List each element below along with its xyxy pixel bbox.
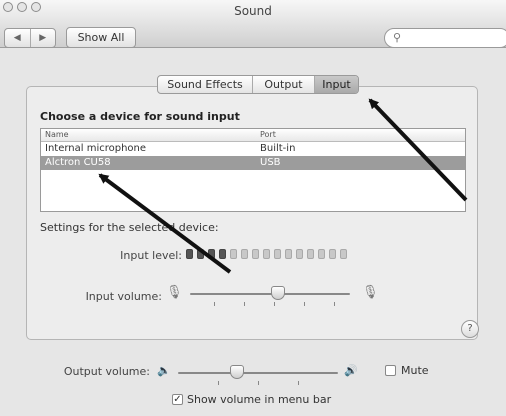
- table-row-selected[interactable]: Alctron CU58 USB: [41, 156, 465, 170]
- input-volume-slider[interactable]: [190, 293, 350, 295]
- device-port: USB: [260, 157, 281, 168]
- level-segment: [285, 249, 292, 259]
- window-titlebar: Sound ◀ ▶ Show All ⚲: [0, 0, 506, 48]
- tab-bar: Sound Effects Output Input: [157, 75, 359, 94]
- input-volume-knob[interactable]: [271, 286, 285, 300]
- show-all-button[interactable]: Show All: [66, 27, 136, 48]
- output-volume-slider[interactable]: [178, 372, 338, 374]
- forward-button[interactable]: ▶: [31, 29, 56, 47]
- level-segment: [340, 249, 347, 259]
- history-nav: ◀ ▶: [4, 28, 56, 48]
- level-segment: [296, 249, 303, 259]
- slider-tick: [274, 302, 275, 306]
- slider-tick: [218, 381, 219, 385]
- mute-checkbox[interactable]: [385, 365, 396, 376]
- search-field[interactable]: ⚲: [384, 28, 506, 48]
- output-volume-knob[interactable]: [230, 365, 245, 379]
- device-name: Internal microphone: [45, 143, 147, 154]
- show-volume-checkbox[interactable]: ✓: [172, 394, 183, 405]
- slider-tick: [304, 302, 305, 306]
- input-level-label: Input level:: [120, 249, 182, 262]
- device-heading: Choose a device for sound input: [40, 110, 240, 123]
- level-segment: [274, 249, 281, 259]
- level-segment: [263, 249, 270, 259]
- slider-tick: [258, 381, 259, 385]
- settings-label: Settings for the selected device:: [40, 221, 219, 234]
- output-volume-label: Output volume:: [63, 365, 150, 378]
- device-name: Alctron CU58: [45, 157, 111, 168]
- level-segment: [197, 249, 204, 259]
- speaker-low-icon: 🔈: [157, 364, 171, 377]
- level-segment: [307, 249, 314, 259]
- input-volume-label: Input volume:: [85, 290, 162, 303]
- input-level-meter: [186, 249, 347, 259]
- slider-tick: [334, 302, 335, 306]
- level-segment: [241, 249, 248, 259]
- back-button[interactable]: ◀: [5, 29, 31, 47]
- level-segment: [186, 249, 193, 259]
- level-segment: [219, 249, 226, 259]
- tab-output[interactable]: Output: [253, 76, 315, 93]
- level-segment: [252, 249, 259, 259]
- tab-input[interactable]: Input: [315, 76, 358, 93]
- table-header: Name Port: [41, 129, 465, 142]
- search-icon: ⚲: [393, 31, 402, 44]
- level-segment: [318, 249, 325, 259]
- search-input[interactable]: [407, 31, 502, 45]
- help-button[interactable]: ?: [461, 320, 479, 338]
- level-segment: [329, 249, 336, 259]
- level-segment: [230, 249, 237, 259]
- tab-sound-effects[interactable]: Sound Effects: [158, 76, 253, 93]
- speaker-high-icon: 🔊: [344, 364, 358, 377]
- slider-tick: [214, 302, 215, 306]
- microphone-high-icon: 🎙: [362, 285, 379, 300]
- device-table: Name Port Internal microphone Built-in A…: [40, 128, 466, 212]
- level-segment: [208, 249, 215, 259]
- slider-tick: [244, 302, 245, 306]
- mute-label: Mute: [401, 364, 429, 377]
- table-row[interactable]: Internal microphone Built-in: [41, 142, 465, 156]
- column-header-name[interactable]: Name: [45, 129, 69, 141]
- slider-tick: [298, 381, 299, 385]
- microphone-low-icon: 🎙: [166, 285, 183, 300]
- column-header-port[interactable]: Port: [260, 129, 276, 141]
- show-volume-label: Show volume in menu bar: [187, 393, 332, 406]
- device-port: Built-in: [260, 143, 296, 154]
- window-title: Sound: [234, 4, 272, 18]
